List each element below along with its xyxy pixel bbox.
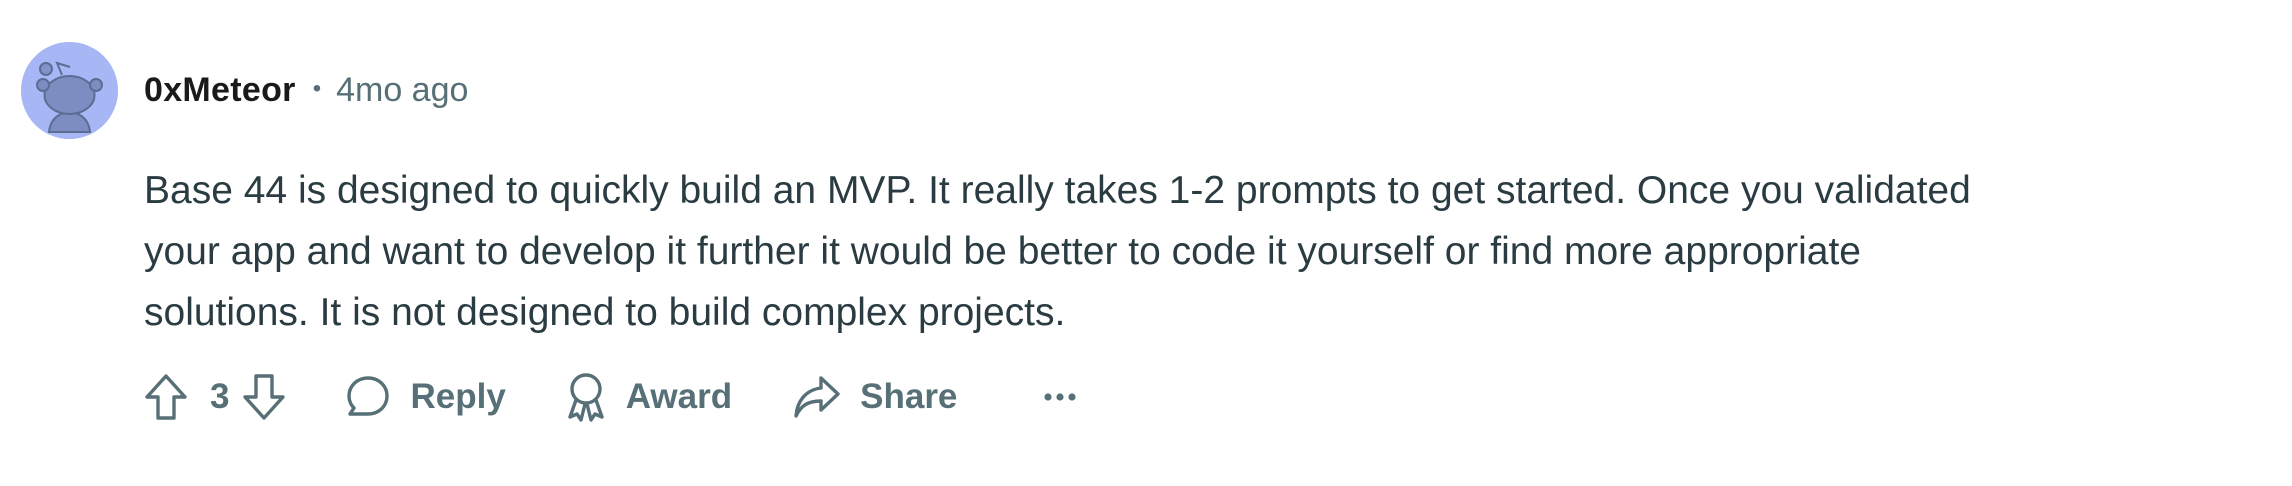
share-button[interactable]: Share xyxy=(792,367,957,427)
comment-action-bar: 3 Reply Award Share xyxy=(140,366,1077,428)
award-button[interactable]: Award xyxy=(564,367,732,427)
arrow-up-outline-icon xyxy=(143,372,189,422)
ellipsis-icon xyxy=(1043,392,1077,402)
more-options-button[interactable] xyxy=(1043,367,1077,427)
reply-button[interactable]: Reply xyxy=(344,367,506,427)
award-ribbon-icon xyxy=(564,371,608,423)
reply-label: Reply xyxy=(410,377,506,416)
snoo-avatar-icon xyxy=(21,42,118,139)
comment-body: Base 44 is designed to quickly build an … xyxy=(144,160,2244,343)
author-username[interactable]: 0xMeteor xyxy=(144,71,296,110)
comment-meta: 0xMeteor • 4mo ago xyxy=(144,66,468,114)
speech-bubble-icon xyxy=(344,373,392,421)
downvote-button[interactable] xyxy=(238,367,290,427)
share-arrow-icon xyxy=(792,374,842,420)
meta-separator: • xyxy=(312,75,322,102)
upvote-button[interactable] xyxy=(140,367,192,427)
award-label: Award xyxy=(625,377,733,416)
comment-body-line: your app and want to develop it further … xyxy=(144,230,1861,273)
comment-body-line: Base 44 is designed to quickly build an … xyxy=(144,169,1971,212)
vote-count: 3 xyxy=(210,377,230,416)
arrow-down-outline-icon xyxy=(241,372,287,422)
comment-body-line: solutions. It is not designed to build c… xyxy=(144,291,1066,334)
share-label: Share xyxy=(860,377,958,416)
comment: 0xMeteor • 4mo ago Base 44 is designed t… xyxy=(0,0,2292,486)
comment-timestamp[interactable]: 4mo ago xyxy=(336,71,468,110)
avatar[interactable] xyxy=(21,42,118,139)
